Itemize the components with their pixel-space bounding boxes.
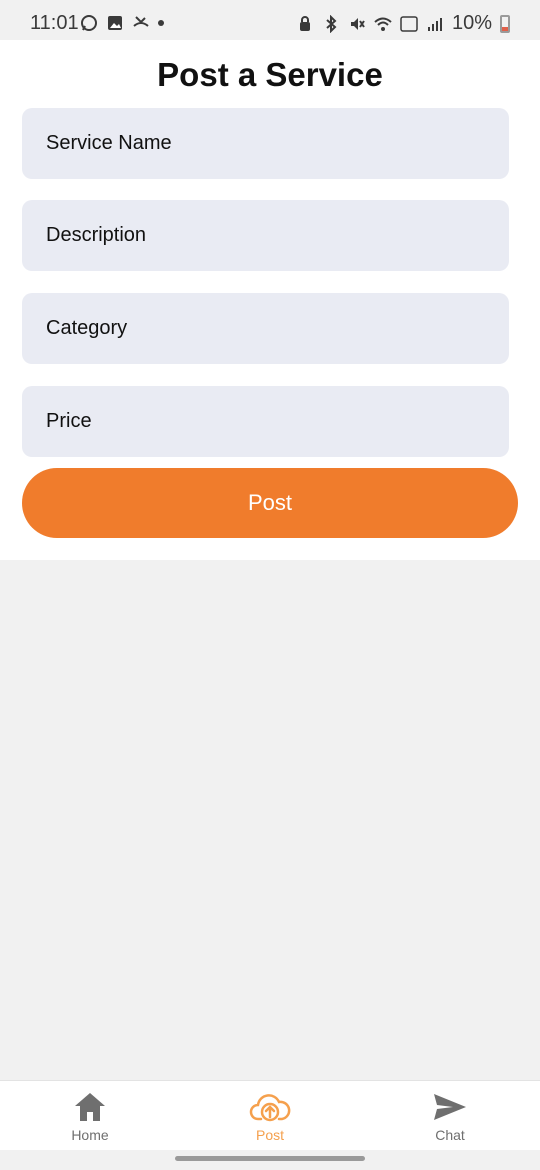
price-placeholder: Price xyxy=(46,410,92,432)
battery-percent: 10% xyxy=(451,12,492,34)
bluetooth-icon xyxy=(326,14,337,33)
signal-icon xyxy=(427,17,442,31)
mute-icon xyxy=(350,17,365,30)
cloud-upload-icon xyxy=(249,1094,291,1122)
gesture-bar[interactable] xyxy=(175,1156,365,1161)
missed-call-icon xyxy=(133,16,149,27)
post-button-label: Post xyxy=(247,490,293,515)
nav-label-home: Home xyxy=(71,1127,109,1143)
notification-dot xyxy=(158,20,164,26)
nav-item-home[interactable]: Home xyxy=(40,1091,140,1143)
post-button[interactable]: Post xyxy=(22,468,518,538)
price-field[interactable]: Price xyxy=(22,386,509,457)
screen: 11:01 10% Post a Service Service Name De… xyxy=(0,0,540,1170)
nav-label-post: Post xyxy=(255,1127,284,1143)
nav-label-chat: Chat xyxy=(435,1127,465,1143)
nav-item-chat[interactable]: Chat xyxy=(400,1091,500,1143)
battery-icon xyxy=(500,14,510,33)
description-field[interactable]: Description xyxy=(22,200,509,271)
nav-item-post[interactable]: Post xyxy=(220,1091,320,1143)
post-service-form-card: Post a Service Service Name Description … xyxy=(0,40,540,560)
lock-icon xyxy=(299,15,310,31)
image-icon xyxy=(108,16,122,30)
category-placeholder: Category xyxy=(46,317,128,339)
status-bar: 11:01 10% xyxy=(0,0,540,40)
status-right-icons: 10% xyxy=(296,12,510,35)
status-left-icons xyxy=(80,14,164,32)
bottom-nav: Home Post Chat xyxy=(0,1080,540,1150)
volte-5g-icon xyxy=(400,15,418,32)
send-icon xyxy=(434,1094,466,1120)
home-icon xyxy=(75,1093,105,1121)
service-name-field[interactable]: Service Name xyxy=(22,108,509,179)
description-placeholder: Description xyxy=(46,224,147,246)
wifi-icon xyxy=(374,17,392,31)
whatsapp-icon xyxy=(81,15,97,31)
page-title: Post a Service xyxy=(157,56,383,93)
category-field[interactable]: Category xyxy=(22,293,509,364)
status-time: 11:01 xyxy=(30,12,79,34)
service-name-placeholder: Service Name xyxy=(46,132,172,154)
